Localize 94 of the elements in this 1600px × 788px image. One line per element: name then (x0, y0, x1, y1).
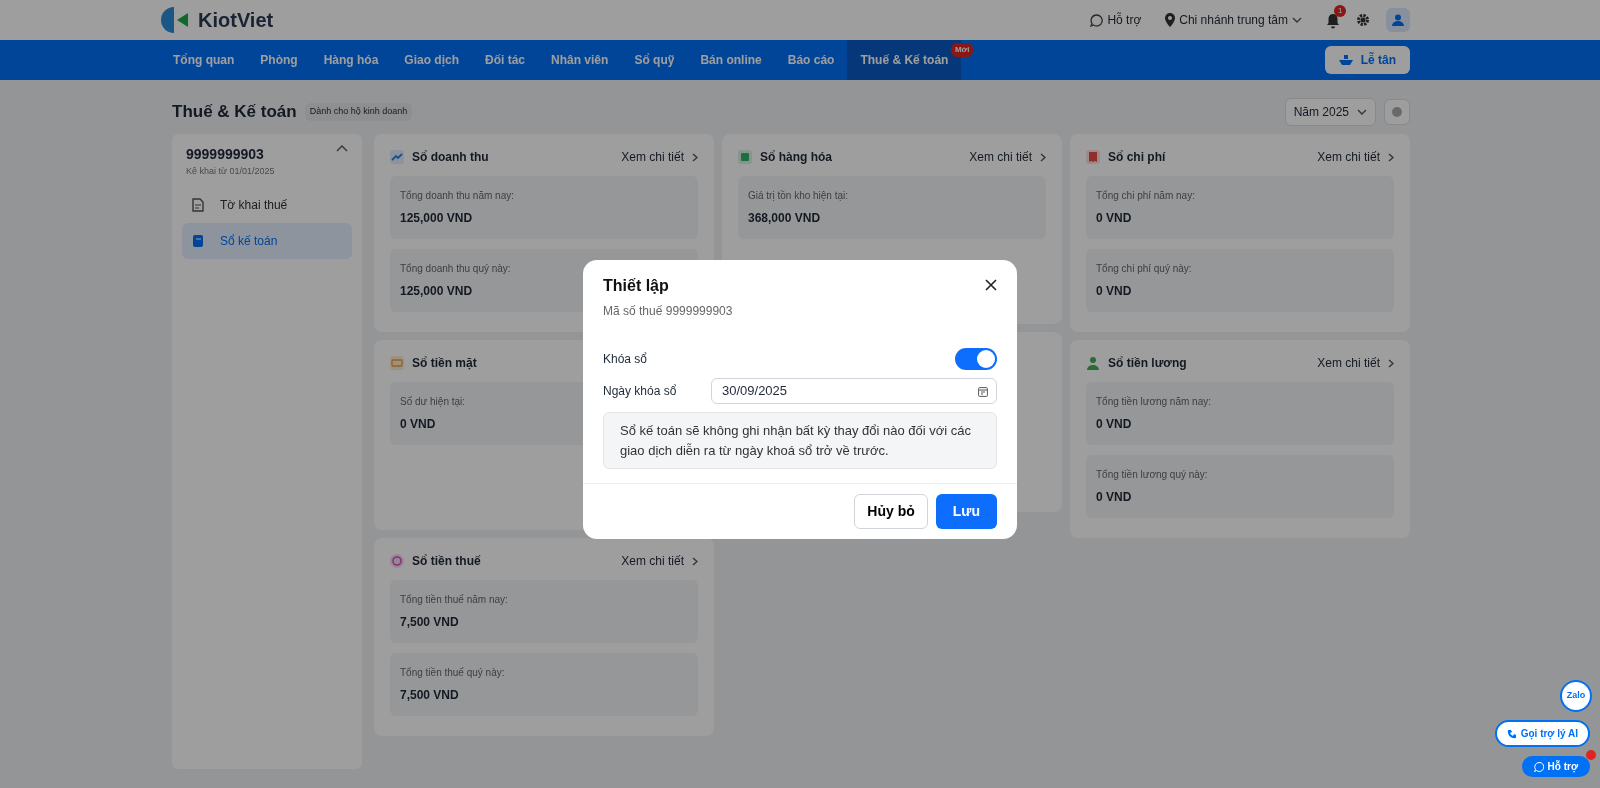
chevron-right-icon (692, 556, 698, 566)
metric-value: 7,500 VND (400, 615, 459, 629)
logo-text: KiotViet (198, 8, 274, 33)
sidebar-item[interactable]: Sổ kế toán (182, 222, 352, 259)
nav-tab[interactable]: Hàng hóa (310, 40, 392, 80)
chevron-right-icon (1040, 152, 1046, 162)
receipt-icon (1086, 150, 1100, 164)
new-badge: Mới (950, 43, 974, 57)
metric-label: Tổng tiền thuế quý này: (400, 667, 505, 678)
metric-label: Tổng doanh thu quý này: (400, 263, 511, 274)
metric-value: 7,500 VND (400, 688, 459, 702)
support-button[interactable]: Hỗ trợ (1521, 756, 1590, 777)
metric-label: Tổng tiền thuế năm nay: (400, 594, 508, 605)
card-title: Sổ tiền mặt (412, 355, 477, 372)
phone-icon (1506, 728, 1517, 739)
metric-label: Tổng chi phí năm nay: (1096, 190, 1195, 201)
metric-value: 0 VND (1096, 490, 1132, 504)
notification-badge: 1 (1334, 5, 1347, 17)
chevron-up-icon[interactable] (336, 144, 348, 152)
view-details-link[interactable]: Xem chi tiết (1317, 354, 1380, 372)
tag: Dành cho hộ kinh doanh (304, 103, 413, 121)
metric-label: Tổng doanh thu năm nay: (400, 190, 514, 201)
metric-value: 0 VND (1096, 417, 1132, 431)
subtitle: Kê khai từ 01/01/2025 (186, 165, 275, 178)
coin-icon (390, 554, 404, 568)
save-button[interactable]: Lưu (935, 494, 997, 529)
lock-label: Khóa sổ (603, 351, 648, 368)
view-details-link[interactable]: Xem chi tiết (969, 148, 1032, 166)
metric-label: Tổng chi phí quý này: (1096, 263, 1192, 274)
document-icon (192, 197, 204, 212)
nav-tab[interactable]: Tổng quan (160, 40, 248, 80)
avatar-button[interactable] (1386, 8, 1410, 32)
book-icon (192, 233, 204, 248)
metric-value: 125,000 VND (400, 211, 473, 225)
card-title: Sổ doanh thu (412, 149, 489, 166)
cash-icon (390, 356, 404, 370)
logo-icon (160, 5, 190, 35)
metric-value: 0 VND (1096, 211, 1132, 225)
metric-label: Tổng tiền lương quý này: (1096, 469, 1208, 480)
lock-toggle[interactable] (955, 348, 997, 370)
date-field[interactable]: 30/09/2025 (711, 378, 997, 404)
support-link[interactable]: Hỗ trợ (1107, 11, 1142, 29)
person-icon (1086, 356, 1100, 370)
tax-id: 9999999903 (186, 145, 265, 164)
user-icon (1392, 14, 1404, 26)
chevron-down-icon (1357, 108, 1367, 116)
trend-icon (390, 150, 404, 164)
card-title: Sổ hàng hóa (760, 149, 832, 166)
dialog-title: Thiết lập (603, 276, 670, 296)
boat-icon (1338, 54, 1353, 66)
bell-icon[interactable] (1326, 12, 1340, 29)
year-select[interactable]: Năm 2025 (1284, 98, 1376, 126)
card-title: Sổ tiền lương (1108, 355, 1187, 372)
view-details-link[interactable]: Xem chi tiết (621, 148, 684, 166)
branch-selector[interactable]: Chi nhánh trung tâm (1179, 11, 1288, 29)
page-title: Thuế & Kế toán (172, 101, 297, 124)
metric-label: Giá trị tồn kho hiện tại: (748, 190, 849, 201)
chat-icon (1533, 761, 1544, 772)
chevron-right-icon (692, 152, 698, 162)
metric-label: Tổng tiền lương năm nay: (1096, 396, 1211, 407)
view-details-link[interactable]: Xem chi tiết (621, 552, 684, 570)
close-icon (985, 279, 997, 291)
chat-icon (1090, 13, 1104, 27)
cancel-button[interactable]: Hủy bỏ (854, 494, 928, 529)
nav-tab[interactable]: Nhân viên (538, 40, 622, 80)
location-pin-icon (1165, 13, 1176, 27)
notification-dot (1586, 750, 1596, 760)
nav-tab[interactable]: Giao dịch (391, 40, 472, 80)
nav-tab[interactable]: Bán online (687, 40, 775, 80)
zalo-button[interactable]: Zalo (1560, 680, 1592, 712)
reception-button[interactable]: Lễ tân (1324, 46, 1410, 74)
close-button[interactable] (985, 279, 997, 291)
nav-tab[interactable]: Đối tác (472, 40, 539, 80)
metric-value: 368,000 VND (748, 211, 821, 225)
sidebar-item[interactable]: Tờ khai thuế (182, 186, 352, 223)
date-label: Ngày khóa sổ (603, 383, 678, 400)
metric-value: 125,000 VND (400, 284, 473, 298)
info-note: Sổ kế toán sẽ không ghi nhận bất kỳ thay đổi nào đối với các giao dịch diễn ra từ ngày khoá sổ trở về trước. (603, 412, 997, 469)
card-title: Sổ tiền thuế (412, 553, 481, 570)
metric-value: 0 VND (1096, 284, 1132, 298)
metric-value: 0 VND (400, 417, 436, 431)
chevron-down-icon (1292, 16, 1302, 24)
nav-tab[interactable]: Báo cáo (774, 40, 848, 80)
calendar-icon (978, 385, 988, 397)
ai-call-button[interactable]: Gọi trợ lý AI (1494, 720, 1590, 747)
nav-tab[interactable]: Sổ quỹ (621, 40, 688, 80)
chevron-right-icon (1388, 152, 1394, 162)
chevron-right-icon (1388, 358, 1394, 368)
nav-tab[interactable]: Phòng (247, 40, 311, 80)
box-icon (738, 150, 752, 164)
card-title: Sổ chi phí (1108, 149, 1166, 166)
view-details-link[interactable]: Xem chi tiết (1317, 148, 1380, 166)
metric-label: Số dư hiện tại: (400, 396, 466, 407)
dialog-subtitle: Mã số thuế 9999999903 (603, 303, 733, 320)
